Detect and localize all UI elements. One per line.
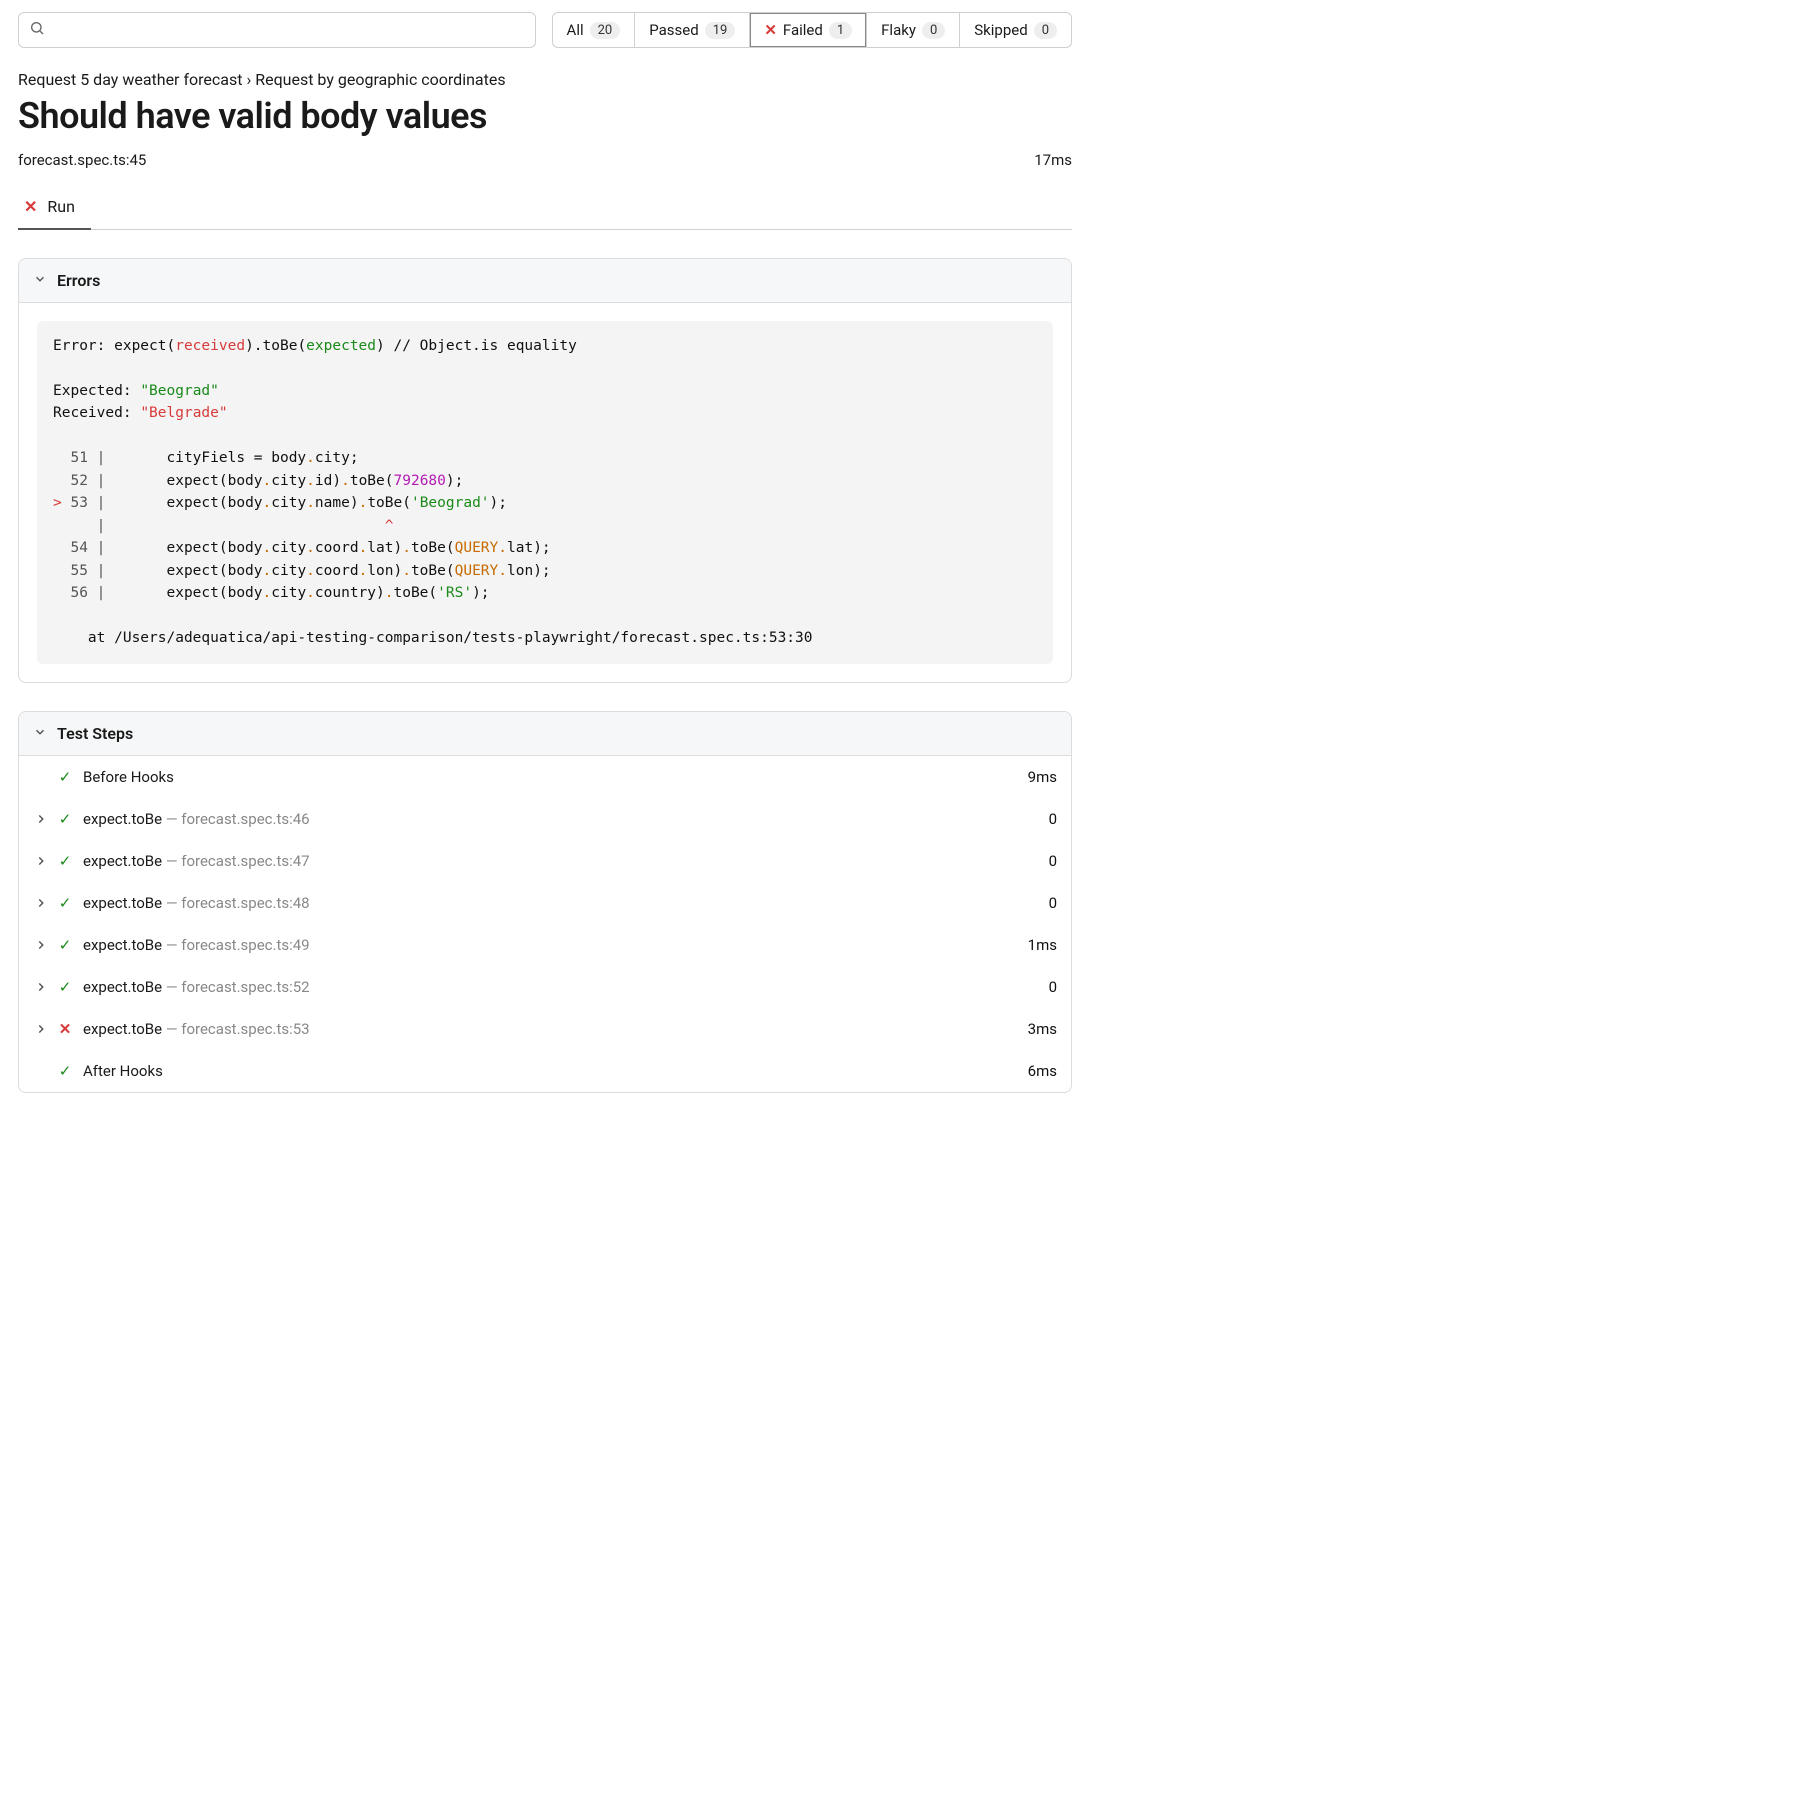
breadcrumb-a[interactable]: Request 5 day weather forecast	[18, 70, 242, 89]
step-duration: 6ms	[1028, 1062, 1057, 1080]
breadcrumb-sep: ›	[246, 70, 251, 89]
step-row-failed[interactable]: ✕ expect.toBe — forecast.spec.ts:53 3ms	[19, 1008, 1071, 1050]
filter-all-label: All	[567, 21, 584, 39]
step-row[interactable]: ✓ expect.toBe — forecast.spec.ts:48 0	[19, 882, 1071, 924]
check-icon: ✓	[55, 1062, 75, 1080]
filter-skipped-label: Skipped	[974, 21, 1027, 39]
step-duration: 3ms	[1028, 1020, 1057, 1038]
filter-failed-count: 1	[829, 22, 852, 39]
step-label: expect.toBe — forecast.spec.ts:53	[83, 1020, 1028, 1038]
step-label: expect.toBe — forecast.spec.ts:49	[83, 936, 1028, 954]
tab-run[interactable]: ✕ Run	[18, 187, 91, 230]
file-location: forecast.spec.ts:45	[18, 151, 146, 169]
breadcrumb-b[interactable]: Request by geographic coordinates	[255, 70, 505, 89]
step-label: expect.toBe — forecast.spec.ts:52	[83, 978, 1049, 996]
check-icon: ✓	[55, 810, 75, 828]
step-row[interactable]: ✓ expect.toBe — forecast.spec.ts:49 1ms	[19, 924, 1071, 966]
step-duration: 0	[1049, 894, 1057, 912]
search-input[interactable]	[18, 12, 536, 48]
check-icon: ✓	[55, 852, 75, 870]
filter-all[interactable]: All 20	[552, 12, 636, 48]
steps-list: ✓ Before Hooks 9ms ✓ expect.toBe — forec…	[19, 756, 1071, 1092]
step-label: expect.toBe — forecast.spec.ts:48	[83, 894, 1049, 912]
errors-header[interactable]: Errors	[19, 259, 1071, 303]
step-duration: 1ms	[1028, 936, 1057, 954]
filter-all-count: 20	[590, 22, 621, 39]
filter-flaky-count: 0	[922, 22, 945, 39]
check-icon: ✓	[55, 894, 75, 912]
meta-row: forecast.spec.ts:45 17ms	[18, 151, 1072, 169]
step-after-hooks[interactable]: ✓ After Hooks 6ms	[19, 1050, 1071, 1092]
step-duration: 0	[1049, 852, 1057, 870]
tab-run-label: Run	[47, 197, 75, 216]
test-steps-label: Test Steps	[57, 724, 133, 743]
step-label: Before Hooks	[83, 768, 1028, 786]
step-duration: 9ms	[1028, 768, 1057, 786]
error-code-block: Error: expect(received).toBe(expected) /…	[37, 321, 1053, 664]
step-label: expect.toBe — forecast.spec.ts:47	[83, 852, 1049, 870]
step-label: After Hooks	[83, 1062, 1028, 1080]
chevron-right-icon	[33, 938, 49, 952]
chevron-right-icon	[33, 812, 49, 826]
x-icon: ✕	[55, 1020, 75, 1038]
chevron-right-icon	[33, 1022, 49, 1036]
filter-passed-count: 19	[705, 22, 736, 39]
step-row[interactable]: ✓ expect.toBe — forecast.spec.ts:47 0	[19, 840, 1071, 882]
chevron-down-icon	[33, 724, 47, 743]
filter-flaky[interactable]: Flaky 0	[866, 12, 960, 48]
step-before-hooks[interactable]: ✓ Before Hooks 9ms	[19, 756, 1071, 798]
test-duration: 17ms	[1034, 151, 1072, 169]
breadcrumb: Request 5 day weather forecast › Request…	[18, 70, 1072, 89]
chevron-right-icon	[33, 980, 49, 994]
check-icon: ✓	[55, 978, 75, 996]
search-icon	[29, 20, 45, 40]
x-icon: ✕	[24, 197, 37, 216]
step-row[interactable]: ✓ expect.toBe — forecast.spec.ts:52 0	[19, 966, 1071, 1008]
check-icon: ✓	[55, 768, 75, 786]
tab-bar: ✕ Run	[18, 187, 1072, 230]
x-icon: ✕	[764, 21, 777, 39]
filter-passed-label: Passed	[649, 21, 698, 39]
chevron-right-icon	[33, 896, 49, 910]
chevron-right-icon	[33, 854, 49, 868]
step-duration: 0	[1049, 978, 1057, 996]
filter-tabs: All 20 Passed 19 ✕ Failed 1 Flaky 0 Skip…	[552, 12, 1072, 48]
step-label: expect.toBe — forecast.spec.ts:46	[83, 810, 1049, 828]
errors-body: Error: expect(received).toBe(expected) /…	[19, 303, 1071, 682]
filter-passed[interactable]: Passed 19	[634, 12, 750, 48]
filter-flaky-label: Flaky	[881, 21, 916, 39]
filter-skipped-count: 0	[1034, 22, 1057, 39]
step-duration: 0	[1049, 810, 1057, 828]
test-steps-header[interactable]: Test Steps	[19, 712, 1071, 756]
step-row[interactable]: ✓ expect.toBe — forecast.spec.ts:46 0	[19, 798, 1071, 840]
check-icon: ✓	[55, 936, 75, 954]
chevron-down-icon	[33, 271, 47, 290]
errors-panel: Errors Error: expect(received).toBe(expe…	[18, 258, 1072, 683]
test-steps-panel: Test Steps ✓ Before Hooks 9ms ✓ expect.t…	[18, 711, 1072, 1093]
filter-failed[interactable]: ✕ Failed 1	[749, 12, 867, 48]
filter-skipped[interactable]: Skipped 0	[959, 12, 1072, 48]
page-title: Should have valid body values	[18, 95, 1072, 137]
filter-failed-label: Failed	[783, 21, 823, 39]
errors-label: Errors	[57, 271, 100, 290]
top-bar: All 20 Passed 19 ✕ Failed 1 Flaky 0 Skip…	[18, 12, 1072, 48]
